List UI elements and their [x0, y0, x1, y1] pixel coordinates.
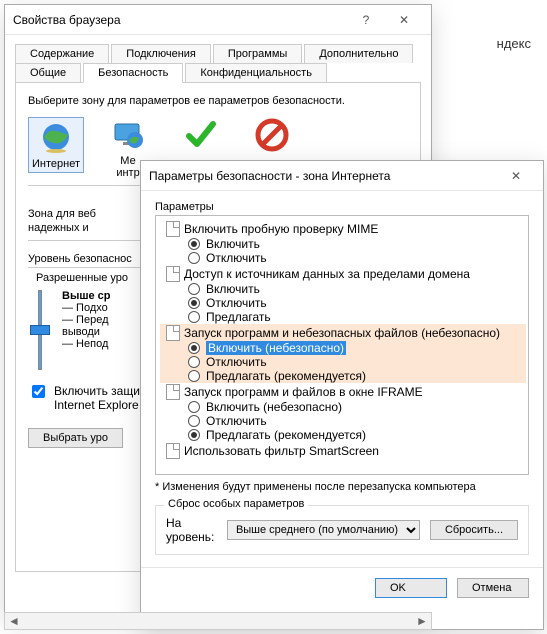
titlebar: Свойства браузера ? ✕: [5, 5, 431, 35]
cat-iframe: Запуск программ и файлов в окне IFRAME: [160, 383, 526, 400]
reset-legend: Сброс особых параметров: [164, 498, 308, 510]
params-label: Параметры: [155, 201, 529, 213]
radio-icon: [188, 283, 200, 295]
zone-prompt: Выберите зону для параметров ее параметр…: [28, 95, 408, 107]
document-icon: [166, 325, 180, 341]
document-icon: [166, 266, 180, 282]
tab-privacy[interactable]: Конфиденциальность: [185, 63, 327, 83]
document-icon: [166, 443, 180, 459]
cat-datasources: Доступ к источникам данных за пределами …: [160, 265, 526, 282]
radio-icon: [188, 356, 200, 368]
globe-icon: [38, 120, 74, 156]
radio-icon: [188, 401, 200, 413]
reset-group: Сброс особых параметров На уровень: Выше…: [155, 505, 529, 555]
cancel-button[interactable]: Отмена: [457, 578, 529, 598]
level-text: Выше ср — Подхо — Перед выводи — Непод: [62, 290, 111, 370]
radio-icon: [188, 297, 200, 309]
level-line: выводи: [62, 326, 111, 338]
radio-icon: [188, 252, 200, 264]
zone-restricted[interactable]: [244, 117, 300, 155]
opt-prompt[interactable]: Предлагать (рекомендуется): [160, 369, 526, 383]
opt-prompt[interactable]: Предлагать: [160, 310, 526, 324]
radio-icon: [188, 238, 200, 250]
close-button[interactable]: ✕: [385, 8, 423, 32]
scroll-right-icon[interactable]: ►: [413, 613, 431, 629]
reset-level-combo[interactable]: Выше среднего (по умолчанию): [227, 520, 420, 540]
document-icon: [166, 384, 180, 400]
opt-enable[interactable]: Включить (небезопасно): [160, 400, 526, 414]
tabs-area: Содержание Подключения Программы Дополни…: [5, 35, 431, 82]
tab-security[interactable]: Безопасность: [83, 63, 183, 83]
opt-disable[interactable]: Отключить: [160, 355, 526, 369]
help-button[interactable]: ?: [347, 8, 385, 32]
monitor-globe-icon: [110, 117, 146, 153]
reset-label: На уровень:: [166, 516, 217, 544]
radio-icon: [188, 370, 200, 382]
settings-listbox[interactable]: Включить пробную проверку MIME Включить …: [155, 215, 529, 475]
tab-general[interactable]: Общие: [15, 63, 81, 83]
level-line: — Непод: [62, 338, 111, 350]
checkbox-label-1: Включить защи: [54, 384, 140, 398]
prohibited-icon: [254, 117, 290, 153]
security-settings-dialog: Параметры безопасности - зона Интернета …: [140, 160, 544, 630]
reset-button[interactable]: Сбросить...: [430, 520, 518, 540]
opt-disable[interactable]: Отключить: [160, 251, 526, 265]
cat-launch-unsafe: Запуск программ и небезопасных файлов (н…: [160, 324, 526, 341]
scroll-left-icon[interactable]: ◄: [5, 613, 23, 629]
opt-prompt[interactable]: Предлагать (рекомендуется): [160, 428, 526, 442]
opt-enable[interactable]: Включить: [160, 237, 526, 251]
tab-connections[interactable]: Подключения: [111, 44, 211, 63]
background-text: ндекс: [497, 36, 531, 51]
radio-icon: [188, 342, 200, 354]
zone-internet[interactable]: Интернет: [28, 117, 84, 173]
dialog-title: Параметры безопасности - зона Интернета: [149, 169, 497, 183]
tab-advanced[interactable]: Дополнительно: [304, 44, 413, 63]
window-title: Свойства браузера: [13, 13, 347, 27]
ok-button[interactable]: OK: [375, 578, 447, 598]
restart-note: * Изменения будут применены после переза…: [155, 481, 529, 493]
checkmark-icon: [182, 117, 218, 153]
zone-trusted[interactable]: [172, 117, 228, 155]
document-icon: [166, 221, 180, 237]
level-line: — Подхо: [62, 302, 111, 314]
opt-enable-unsafe[interactable]: Включить (небезопасно): [160, 341, 526, 355]
select-level-button[interactable]: Выбрать уро: [28, 428, 123, 448]
security-slider[interactable]: [28, 290, 52, 370]
opt-disable[interactable]: Отключить: [160, 296, 526, 310]
checkbox-label-2: Internet Explore: [54, 398, 139, 412]
opt-disable[interactable]: Отключить: [160, 414, 526, 428]
cat-smartscreen: Использовать фильтр SmartScreen: [160, 442, 526, 459]
level-title: Выше ср: [62, 290, 111, 302]
checkbox-input[interactable]: [32, 385, 45, 398]
radio-icon: [188, 429, 200, 441]
tab-programs[interactable]: Программы: [213, 44, 302, 63]
level-line: — Перед: [62, 314, 111, 326]
opt-enable[interactable]: Включить: [160, 282, 526, 296]
zone-label: Интернет: [31, 158, 81, 170]
radio-icon: [188, 415, 200, 427]
radio-icon: [188, 311, 200, 323]
cat-mime: Включить пробную проверку MIME: [160, 220, 526, 237]
dialog-footer: OK Отмена: [141, 567, 543, 608]
horizontal-scrollbar[interactable]: ◄ ►: [4, 612, 432, 630]
tab-content[interactable]: Содержание: [15, 44, 109, 63]
close-button[interactable]: ✕: [497, 164, 535, 188]
titlebar: Параметры безопасности - зона Интернета …: [141, 161, 543, 191]
